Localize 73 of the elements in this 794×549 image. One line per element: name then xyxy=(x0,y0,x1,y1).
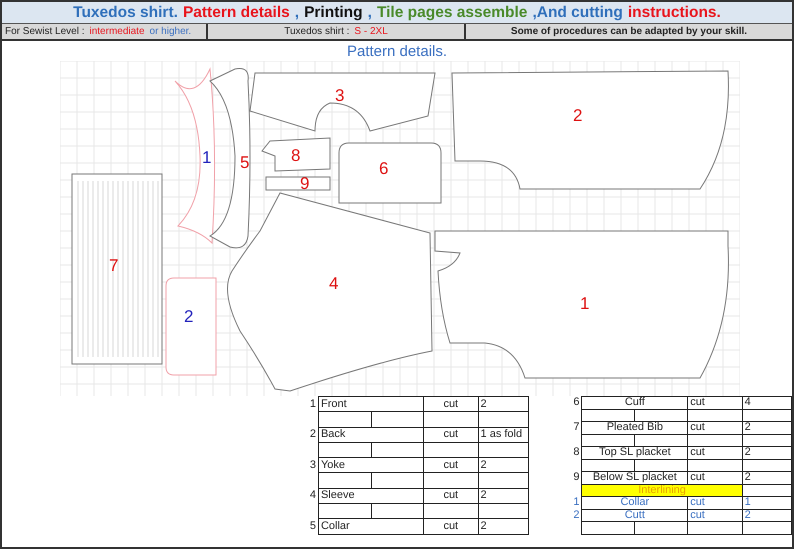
cut-cell: cut xyxy=(688,396,742,409)
quantity-cell: 4 xyxy=(742,396,792,409)
piece-number: 7 xyxy=(109,256,118,275)
piece-number: 1 xyxy=(202,148,212,167)
part-name: Front xyxy=(318,396,424,412)
quantity-cell: 1 xyxy=(742,496,792,509)
cut-cell: cut xyxy=(688,472,742,484)
cut-cell: cut xyxy=(424,458,478,473)
cut-cell: cut xyxy=(688,509,742,522)
row-number: 2 xyxy=(306,427,318,442)
cut-cell: cut xyxy=(424,518,478,534)
part-name: Cuff xyxy=(582,396,688,409)
row-number: 8 xyxy=(570,446,582,459)
part-name: Pleated Bib xyxy=(582,422,688,434)
size-value: S - 2XL xyxy=(354,26,388,37)
size-label: Tuxedos shirt : xyxy=(284,26,350,37)
quantity-cell: 2 xyxy=(742,472,792,484)
title-text: instructions. xyxy=(628,4,721,22)
title-text: Printing xyxy=(304,4,363,22)
skill-note: Some of procedures can be adapted by your skill. xyxy=(510,26,748,37)
piece-number: 3 xyxy=(335,86,344,105)
row-number: 7 xyxy=(570,422,582,434)
quantity-cell: 2 xyxy=(742,446,792,459)
piece-number: 4 xyxy=(329,274,338,293)
quantity-cell: 2 xyxy=(478,518,528,534)
row-number: 4 xyxy=(306,488,318,504)
quantity-cell: 1 as fold xyxy=(478,427,528,442)
piece-number: 5 xyxy=(240,153,250,172)
part-name: Collar xyxy=(582,496,688,509)
piece-number: 2 xyxy=(184,307,194,326)
title-text: , xyxy=(294,4,300,22)
part-name: Sleeve xyxy=(318,488,424,504)
title-text: ,And cutting xyxy=(532,4,623,22)
title-text: Tile pages assemble xyxy=(376,4,528,22)
row-number: 6 xyxy=(570,396,582,409)
cut-cell: cut xyxy=(424,396,478,412)
row-number: 2 xyxy=(570,509,582,522)
level-value: intermediate xyxy=(89,26,145,37)
cut-cell: cut xyxy=(688,422,742,434)
title-text: Tuxedos shirt. xyxy=(73,4,178,22)
interlining-header: Interlining xyxy=(582,484,742,496)
cut-cell: cut xyxy=(424,488,478,504)
part-name: Yoke xyxy=(318,458,424,473)
level-label: For Sewist Level : xyxy=(5,26,84,37)
row-number: 1 xyxy=(306,396,318,412)
row-number: 3 xyxy=(306,458,318,473)
quantity-cell: 2 xyxy=(478,488,528,504)
piece-number: 6 xyxy=(379,159,388,178)
section-heading: Pattern details. xyxy=(346,42,448,60)
quantity-cell: 2 xyxy=(478,396,528,412)
part-name: Back xyxy=(318,427,424,442)
cut-cell: cut xyxy=(424,427,478,442)
part-name: Cutt xyxy=(582,509,688,522)
part-name: Top SL placket xyxy=(582,446,688,459)
row-number: 1 xyxy=(570,496,582,509)
cut-cell: cut xyxy=(688,496,742,509)
row-number: 5 xyxy=(306,518,318,534)
level-suffix: or higher. xyxy=(150,26,192,37)
piece-number: 1 xyxy=(580,294,590,313)
piece-number: 2 xyxy=(573,106,582,125)
cut-cell: cut xyxy=(688,446,742,459)
row-number: 9 xyxy=(570,472,582,484)
piece-number: 9 xyxy=(300,174,310,193)
quantity-cell: 2 xyxy=(742,509,792,522)
pattern-piece xyxy=(261,137,330,172)
title-text: Pattern details xyxy=(182,4,290,22)
part-name: Collar xyxy=(318,518,424,534)
part-name: Below SL placket xyxy=(582,472,688,484)
piece-number: 8 xyxy=(291,146,300,165)
quantity-cell: 2 xyxy=(742,422,792,434)
title-text: , xyxy=(368,4,372,22)
quantity-cell: 2 xyxy=(478,458,528,473)
pattern-piece xyxy=(266,176,330,190)
